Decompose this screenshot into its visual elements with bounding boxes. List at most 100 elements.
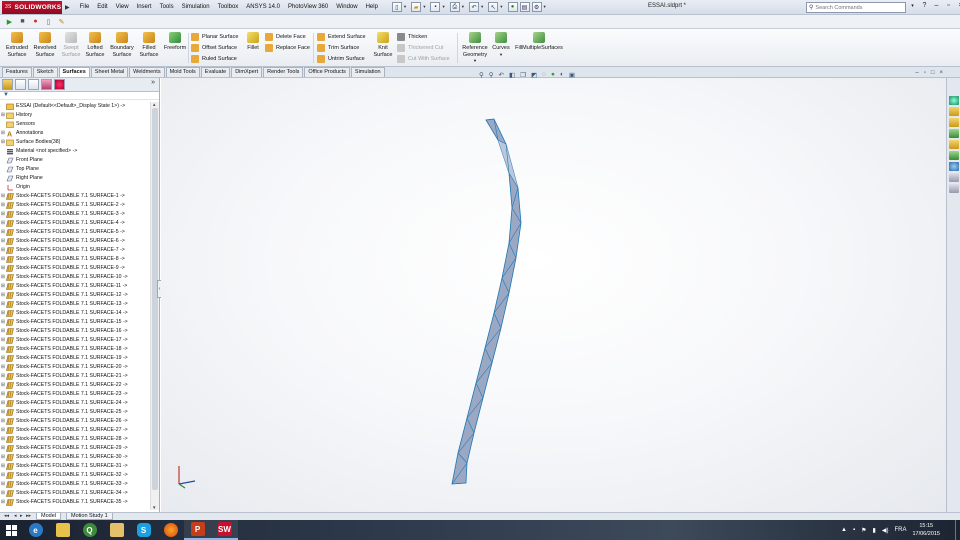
- menu-window[interactable]: Window: [332, 4, 361, 10]
- tree-item-stock-surface[interactable]: ⊞ Stock-FACETS FOLDABLE 7.1 SURFACE-30 ->: [0, 453, 150, 462]
- tab-features[interactable]: Features: [2, 67, 32, 77]
- search-input[interactable]: [815, 4, 896, 11]
- menu-file[interactable]: File: [76, 4, 94, 10]
- tree-item-top-plane[interactable]: Top Plane: [0, 165, 150, 174]
- tree-item-stock-surface[interactable]: ⊞ Stock-FACETS FOLDABLE 7.1 SURFACE-32 ->: [0, 471, 150, 480]
- tab-motion-study[interactable]: Motion Study 1: [66, 513, 113, 520]
- tree-item-stock-surface[interactable]: ⊞ Stock-FACETS FOLDABLE 7.1 SURFACE-4 ->: [0, 219, 150, 228]
- menu-simulation[interactable]: Simulation: [178, 4, 214, 10]
- select-dropdown-icon[interactable]: ▾: [500, 4, 502, 10]
- display-manager-tab-icon[interactable]: [54, 79, 65, 90]
- menu-ansys[interactable]: ANSYS 14.0: [242, 4, 284, 10]
- save-icon[interactable]: ▪: [430, 2, 441, 12]
- lofted-surface-button[interactable]: Lofted Surface: [80, 32, 110, 58]
- cut-with-surface-button[interactable]: Cut With Surface: [397, 54, 450, 64]
- tree-item-surface-bodies[interactable]: ⊞ Surface Bodies(38): [0, 138, 150, 147]
- tree-item-stock-surface[interactable]: ⊞ Stock-FACETS FOLDABLE 7.1 SURFACE-31 ->: [0, 462, 150, 471]
- graphics-area[interactable]: [161, 78, 946, 512]
- taskbar-app-skype[interactable]: S: [130, 520, 157, 540]
- taskbar-app-firefox[interactable]: [157, 520, 184, 540]
- menu-photoview[interactable]: PhotoView 360: [284, 4, 332, 10]
- tab-prev-icon[interactable]: ◂: [14, 513, 17, 519]
- close-icon[interactable]: ×: [956, 2, 960, 9]
- clock[interactable]: 15:15 17/06/2015: [912, 522, 940, 538]
- tree-item-stock-surface[interactable]: ⊞ Stock-FACETS FOLDABLE 7.1 SURFACE-25 ->: [0, 408, 150, 417]
- planar-surface-button[interactable]: Planar Surface: [191, 32, 238, 42]
- tab-last-icon[interactable]: ▸▸: [26, 513, 31, 519]
- edit-macro-icon[interactable]: ✎: [57, 17, 66, 26]
- reference-geometry-button[interactable]: Reference Geometry ▾: [459, 32, 491, 65]
- tab-sheet-metal[interactable]: Sheet Metal: [90, 67, 129, 77]
- help-icon[interactable]: ?: [920, 2, 929, 9]
- tree-item-stock-surface[interactable]: ⊞ Stock-FACETS FOLDABLE 7.1 SURFACE-1 ->: [0, 192, 150, 201]
- tab-render-tools[interactable]: Render Tools: [263, 67, 304, 77]
- freeform-button[interactable]: Freeform: [160, 32, 190, 52]
- boundary-surface-button[interactable]: Boundary Surface: [107, 32, 137, 58]
- zoom-to-area-icon[interactable]: ⚲: [489, 71, 494, 79]
- rebuild-icon[interactable]: ●: [507, 2, 518, 12]
- extruded-surface-button[interactable]: Extruded Surface: [2, 32, 32, 58]
- tree-item-stock-surface[interactable]: ⊞ Stock-FACETS FOLDABLE 7.1 SURFACE-13 ->: [0, 300, 150, 309]
- ruled-surface-button[interactable]: Ruled Surface: [191, 54, 237, 64]
- tray-notification-icon[interactable]: ⚑: [861, 527, 866, 534]
- file-explorer-icon[interactable]: [948, 118, 959, 127]
- options-icon[interactable]: ⚙: [531, 2, 542, 12]
- search-dropdown-icon[interactable]: ▾: [908, 3, 917, 9]
- tree-item-stock-surface[interactable]: ⊞ Stock-FACETS FOLDABLE 7.1 SURFACE-15 ->: [0, 318, 150, 327]
- facet-strip[interactable]: [451, 118, 522, 485]
- tree-item-stock-surface[interactable]: ⊞ Stock-FACETS FOLDABLE 7.1 SURFACE-18 ->: [0, 345, 150, 354]
- replace-face-button[interactable]: Replace Face: [265, 43, 310, 53]
- taskbar-app-green[interactable]: Q: [76, 520, 103, 540]
- curves-button[interactable]: Curves ▾: [488, 32, 514, 58]
- tree-item-origin[interactable]: Origin: [0, 183, 150, 192]
- tree-filter-bar[interactable]: ▼: [0, 92, 159, 100]
- more-tabs-icon[interactable]: »: [151, 79, 155, 86]
- tree-item-stock-surface[interactable]: ⊞ Stock-FACETS FOLDABLE 7.1 SURFACE-7 ->: [0, 246, 150, 255]
- tree-item-stock-surface[interactable]: ⊞ Stock-FACETS FOLDABLE 7.1 SURFACE-14 ->: [0, 309, 150, 318]
- tree-item-stock-surface[interactable]: ⊞ Stock-FACETS FOLDABLE 7.1 SURFACE-2 ->: [0, 201, 150, 210]
- tree-item-stock-surface[interactable]: ⊞ Stock-FACETS FOLDABLE 7.1 SURFACE-29 ->: [0, 444, 150, 453]
- knit-surface-button[interactable]: Knit Surface: [370, 32, 396, 58]
- task-pane-extra-icon[interactable]: [948, 184, 959, 193]
- reference-geometry-dropdown-icon[interactable]: ▾: [459, 58, 491, 65]
- thickened-cut-button[interactable]: Thickened Cut: [397, 43, 443, 53]
- thicken-button[interactable]: Thicken: [397, 32, 427, 42]
- tree-item-stock-surface[interactable]: ⊞ Stock-FACETS FOLDABLE 7.1 SURFACE-11 ->: [0, 282, 150, 291]
- tree-item-stock-surface[interactable]: ⊞ Stock-FACETS FOLDABLE 7.1 SURFACE-21 ->: [0, 372, 150, 381]
- delete-face-button[interactable]: Delete Face: [265, 32, 306, 42]
- tree-item-material[interactable]: Material <not specified> ->: [0, 147, 150, 156]
- restore-icon[interactable]: ▫: [944, 2, 953, 9]
- tree-item-stock-surface[interactable]: ⊞ Stock-FACETS FOLDABLE 7.1 SURFACE-27 ->: [0, 426, 150, 435]
- tree-item-stock-surface[interactable]: ⊞ Stock-FACETS FOLDABLE 7.1 SURFACE-10 ->: [0, 273, 150, 282]
- tab-model[interactable]: Model: [36, 513, 61, 520]
- tab-sketch[interactable]: Sketch: [32, 67, 58, 77]
- taskbar-app-ie[interactable]: e: [22, 520, 49, 540]
- tree-item-stock-surface[interactable]: ⊞ Stock-FACETS FOLDABLE 7.1 SURFACE-17 ->: [0, 336, 150, 345]
- zoom-to-fit-icon[interactable]: ⚲: [479, 71, 484, 79]
- tab-dimxpert[interactable]: DimXpert: [231, 67, 263, 77]
- network-icon[interactable]: ▮: [873, 527, 876, 534]
- offset-surface-button[interactable]: Offset Surface: [191, 43, 237, 53]
- solidworks-logo[interactable]: 3S SOLIDWORKS: [2, 0, 62, 14]
- scrollbar-thumb[interactable]: [152, 108, 158, 490]
- tree-item-stock-surface[interactable]: ⊞ Stock-FACETS FOLDABLE 7.1 SURFACE-12 ->: [0, 291, 150, 300]
- tab-office-products[interactable]: Office Products: [304, 67, 350, 77]
- stop-macro-icon[interactable]: ■: [18, 17, 27, 26]
- view-orientation-icon[interactable]: ❐: [520, 71, 526, 79]
- search-commands-box[interactable]: ⚲: [806, 2, 906, 13]
- taskbar-app-explorer[interactable]: [49, 520, 76, 540]
- menu-insert[interactable]: Insert: [133, 4, 156, 10]
- tree-item-sensors[interactable]: Sensors: [0, 120, 150, 129]
- property-manager-tab-icon[interactable]: [15, 79, 26, 90]
- tray-app-icon[interactable]: ▪: [853, 527, 855, 533]
- menu-view[interactable]: View: [112, 4, 133, 10]
- tree-item-stock-surface[interactable]: ⊞ Stock-FACETS FOLDABLE 7.1 SURFACE-6 ->: [0, 237, 150, 246]
- tree-item-stock-surface[interactable]: ⊞ Stock-FACETS FOLDABLE 7.1 SURFACE-22 ->: [0, 381, 150, 390]
- tree-item-stock-surface[interactable]: ⊞ Stock-FACETS FOLDABLE 7.1 SURFACE-28 ->: [0, 435, 150, 444]
- new-macro-icon[interactable]: ▯: [44, 17, 53, 26]
- tree-item-stock-surface[interactable]: ⊞ Stock-FACETS FOLDABLE 7.1 SURFACE-33 ->: [0, 480, 150, 489]
- edit-appearance-icon[interactable]: ●: [551, 71, 555, 78]
- surface-part-model[interactable]: [161, 78, 946, 512]
- print-icon[interactable]: ⎙: [449, 2, 460, 12]
- display-style-icon[interactable]: ◩: [531, 71, 537, 79]
